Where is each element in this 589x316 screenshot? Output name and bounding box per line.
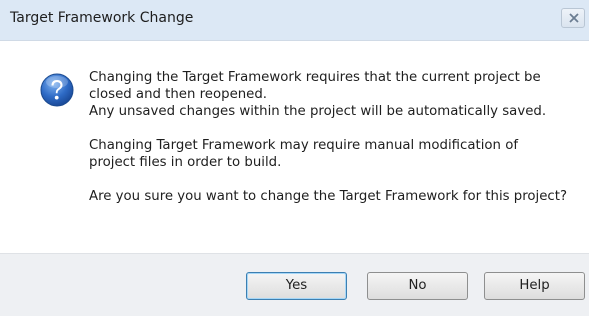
button-bar: Yes No Help <box>0 253 589 316</box>
question-icon <box>40 73 74 107</box>
message-line: Are you sure you want to change the Targ… <box>89 189 568 204</box>
no-button[interactable]: No <box>367 272 468 300</box>
help-button[interactable]: Help <box>484 272 585 300</box>
close-button[interactable] <box>561 8 585 28</box>
message-line: project files in order to build. <box>89 155 282 170</box>
yes-button[interactable]: Yes <box>246 272 347 300</box>
message-line: closed and then reopened. <box>89 87 268 102</box>
message-line: Changing Target Framework may require ma… <box>89 138 519 153</box>
target-framework-dialog: Target Framework Change Changing the Tar… <box>0 0 589 316</box>
dialog-body: Changing the Target Framework requires t… <box>0 41 589 253</box>
message-line: Any unsaved changes within the project w… <box>89 104 547 119</box>
dialog-message: Changing the Target Framework requires t… <box>89 69 579 205</box>
close-x-icon <box>569 13 579 23</box>
dialog-title: Target Framework Change <box>10 10 194 26</box>
message-line: Changing the Target Framework requires t… <box>89 70 541 85</box>
title-bar: Target Framework Change <box>0 0 589 41</box>
